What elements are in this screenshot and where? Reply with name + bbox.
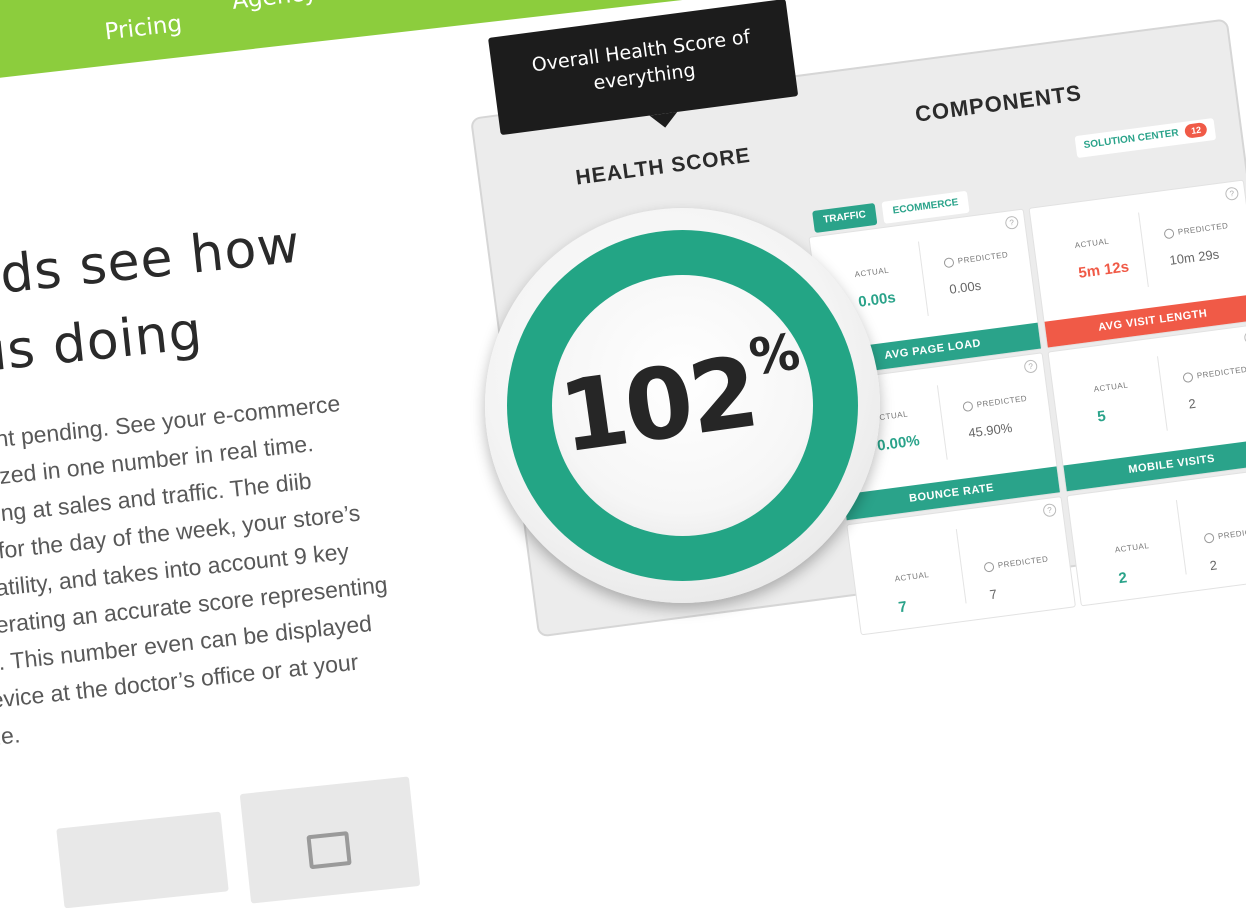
gauge-ring: 102% (507, 230, 858, 581)
document-icon (306, 831, 352, 870)
predicted-value: 45.90% (967, 419, 1014, 441)
predicted-label: PREDICTED (1203, 525, 1246, 544)
hero-heading: onds see how e is doing (0, 191, 463, 397)
predicted-label-text: PREDICTED (976, 393, 1028, 410)
divider (936, 385, 948, 460)
predicted-value: 2 (1208, 557, 1218, 574)
health-score-gauge[interactable]: 102% (485, 208, 880, 603)
lightbulb-icon (1182, 371, 1194, 384)
predicted-label-text: PREDICTED (1177, 221, 1229, 237)
predicted-label: PREDICTED (983, 554, 1049, 573)
metric-card[interactable]: ? ACTUAL PREDICTED 7 7 (846, 496, 1077, 636)
actual-label: ACTUAL (1074, 236, 1110, 251)
predicted-label-text: PREDICTED (957, 250, 1009, 266)
predicted-label: PREDICTED (962, 393, 1028, 413)
actual-value: 5m 12s (1077, 258, 1131, 282)
predicted-value: 10m 29s (1168, 246, 1220, 268)
components-title: COMPONENTS (913, 80, 1084, 127)
health-score-unit: % (745, 322, 804, 387)
predicted-label-text: PREDICTED (1196, 364, 1246, 381)
actual-value: 2 (1117, 569, 1129, 588)
health-score-title: HEALTH SCORE (574, 143, 752, 190)
hero-section: onds see how e is doing patent pending. … (0, 191, 501, 758)
metric-card-avg-visit-length[interactable]: ? ACTUAL PREDICTED 5m 12s 10m 29s AVG VI… (1028, 179, 1246, 349)
hero-heading-line: onds see how (0, 214, 304, 313)
predicted-value: 7 (988, 586, 998, 603)
actual-label: ACTUAL (894, 570, 930, 584)
gauge-center: 102% (552, 275, 813, 536)
gauge-value: 102% (545, 323, 819, 476)
actual-value: 7 (897, 598, 908, 617)
help-icon[interactable]: ? (1004, 215, 1020, 230)
help-icon[interactable]: ? (1023, 359, 1039, 374)
predicted-value: 0.00s (948, 277, 982, 297)
solution-center-badge: 12 (1184, 121, 1208, 139)
nav-link-pricing[interactable]: Pricing (103, 11, 183, 46)
lightbulb-icon (983, 561, 995, 573)
lightbulb-icon (1163, 228, 1175, 240)
predicted-label: PREDICTED (943, 250, 1009, 269)
actual-label: ACTUAL (1114, 541, 1150, 555)
hero-paragraph-line: me. (0, 721, 22, 752)
predicted-label-text: PREDICTED (997, 554, 1049, 570)
health-score-value: 102 (552, 335, 763, 476)
actual-value: 5 (1096, 407, 1107, 426)
actual-value: 0.00% (876, 432, 921, 455)
hero-paragraph: patent pending. See your e-commerce mari… (0, 372, 501, 758)
solution-center-button[interactable]: SOLUTION CENTER 12 (1074, 117, 1217, 159)
actual-label: ACTUAL (854, 265, 890, 280)
lightbulb-icon (943, 257, 955, 269)
feature-card[interactable] (56, 811, 229, 908)
metric-card-mobile-visits[interactable]: ? ACTUAL PREDICTED 5 2 MOBILE VISITS (1047, 323, 1246, 493)
feature-card[interactable] (239, 776, 421, 904)
predicted-value: 2 (1187, 395, 1197, 412)
predicted-label-text: PREDICTED (1217, 525, 1246, 542)
divider (1138, 212, 1149, 287)
lightbulb-icon (1203, 532, 1215, 544)
predicted-label: PREDICTED (1163, 221, 1229, 240)
divider (1175, 499, 1187, 575)
actual-label: ACTUAL (1093, 380, 1129, 394)
divider (955, 528, 967, 604)
divider (1156, 356, 1168, 431)
help-icon[interactable]: ? (1042, 502, 1057, 518)
help-icon[interactable]: ? (1224, 186, 1240, 201)
nav-link-agency[interactable]: Agency (231, 0, 319, 15)
actual-value: 0.00s (857, 289, 897, 311)
hero-heading-line: e is doing (0, 301, 206, 388)
predicted-label: PREDICTED (1182, 364, 1246, 384)
solution-center-label: SOLUTION CENTER (1083, 127, 1180, 152)
divider (917, 241, 929, 316)
lightbulb-icon (962, 400, 974, 413)
